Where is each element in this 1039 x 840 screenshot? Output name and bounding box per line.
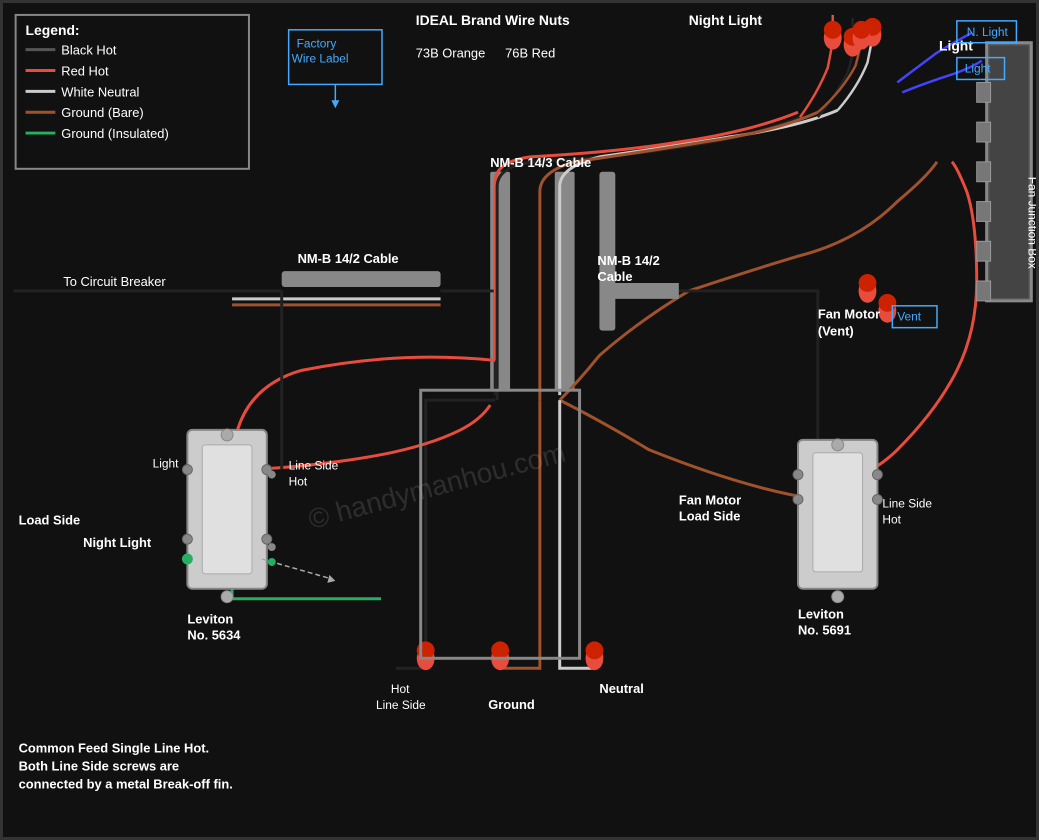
svg-text:NM-B 14/3 Cable: NM-B 14/3 Cable (490, 155, 591, 170)
svg-text:Leviton: Leviton (798, 607, 844, 622)
svg-text:Night Light: Night Light (689, 12, 763, 28)
svg-text:Hot: Hot (391, 682, 410, 696)
svg-text:Legend:: Legend: (26, 22, 80, 38)
svg-text:Neutral: Neutral (599, 681, 643, 696)
svg-text:IDEAL Brand Wire Nuts: IDEAL Brand Wire Nuts (416, 12, 570, 28)
svg-text:Hot: Hot (289, 475, 308, 489)
svg-text:Fan Motor: Fan Motor (679, 492, 741, 507)
svg-text:73B Orange: 73B Orange (416, 46, 486, 61)
svg-text:Leviton: Leviton (187, 612, 233, 627)
svg-text:Line Side: Line Side (376, 698, 426, 712)
svg-text:(Vent): (Vent) (818, 324, 854, 339)
svg-text:Load Side: Load Side (679, 508, 741, 523)
svg-text:NM-B 14/2: NM-B 14/2 (597, 253, 659, 268)
svg-text:Factory: Factory (297, 37, 337, 51)
svg-text:N. Light: N. Light (967, 25, 1009, 39)
svg-text:Hot: Hot (882, 512, 901, 526)
svg-text:Vent: Vent (897, 310, 922, 324)
svg-text:Common Feed Single Line Hot.: Common Feed Single Line Hot. (19, 741, 210, 756)
svg-text:NM-B 14/2 Cable: NM-B 14/2 Cable (298, 251, 399, 266)
svg-text:Red Hot: Red Hot (61, 63, 109, 78)
svg-text:Light: Light (153, 457, 180, 471)
svg-text:Ground: Ground (488, 697, 535, 712)
svg-text:Ground (Insulated): Ground (Insulated) (61, 126, 168, 141)
svg-text:76B Red: 76B Red (505, 46, 555, 61)
svg-text:Ground (Bare): Ground (Bare) (61, 105, 143, 120)
svg-text:No. 5634: No. 5634 (187, 627, 241, 642)
svg-text:White Neutral: White Neutral (61, 84, 139, 99)
svg-text:Fan Motor: Fan Motor (818, 307, 880, 322)
svg-text:Both Line Side screws are: Both Line Side screws are (19, 758, 179, 773)
svg-text:Light: Light (965, 62, 992, 76)
svg-text:Black Hot: Black Hot (61, 43, 117, 58)
svg-text:Line Side: Line Side (882, 496, 932, 510)
svg-text:Line Side: Line Side (289, 459, 339, 473)
svg-text:Load Side: Load Side (19, 512, 81, 527)
svg-text:Night Light: Night Light (83, 535, 152, 550)
diagram-container: IDEAL Brand Wire Nuts 73B Orange 76B Red… (0, 0, 1039, 840)
svg-text:connected by a metal Break-off: connected by a metal Break-off fin. (19, 776, 233, 791)
svg-text:Wire Label: Wire Label (292, 52, 349, 66)
svg-text:No. 5691: No. 5691 (798, 622, 851, 637)
svg-text:Fan Junction Box: Fan Junction Box (1025, 177, 1036, 269)
svg-text:Cable: Cable (597, 269, 632, 284)
svg-text:To Circuit Breaker: To Circuit Breaker (63, 274, 166, 289)
